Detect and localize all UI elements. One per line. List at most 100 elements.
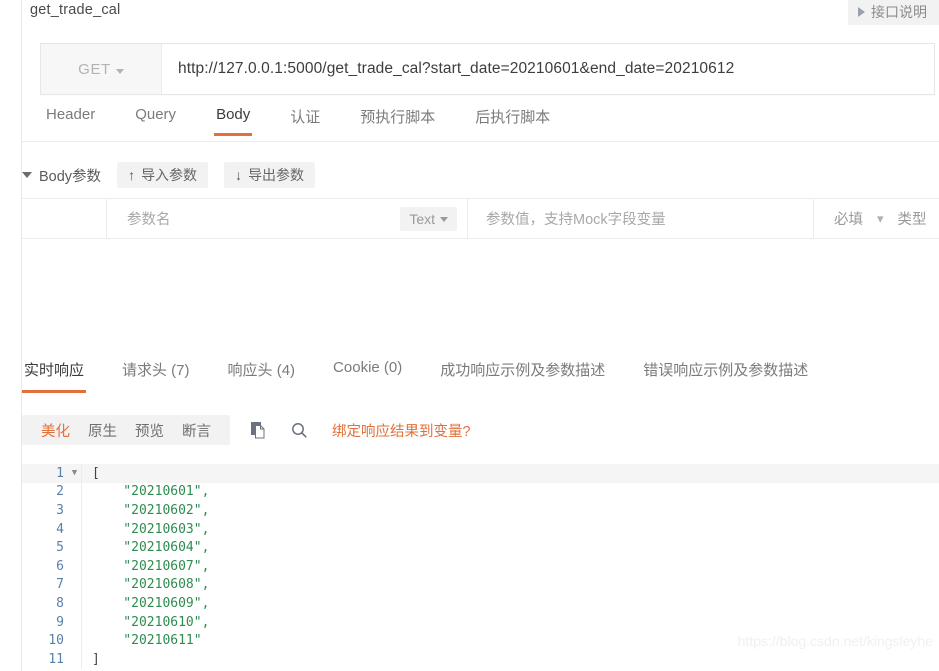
triangle-right-icon [858,7,865,17]
body-param-label: Body参数 [39,168,102,185]
main-content: get_trade_cal 接口说明 GET Header Query Body 认证… [21,0,939,671]
response-tab-1[interactable]: 请求头 (7) [122,356,190,393]
code-text: "20210609", [92,595,210,611]
watermark: https://blog.csdn.net/kingsleyhe [737,633,933,649]
response-toolbar: 美化 原生 预览 断言 绑定响应结果到变量? [22,412,471,448]
code-text: [ [92,465,100,481]
response-view-mode-3[interactable]: 断言 [173,420,220,441]
line-number: 9 [56,614,64,630]
response-view-mode-group: 美化 原生 预览 断言 [22,415,230,445]
code-text: "20210611" [92,633,202,649]
code-text: "20210607", [92,558,210,574]
import-params-button[interactable]: ↑ 导入参数 [117,162,209,188]
api-doc-button[interactable]: 接口说明 [848,0,939,25]
url-input[interactable] [162,44,934,94]
request-tab-1[interactable]: Query [135,104,176,136]
param-value-placeholder: 参数值，支持Mock字段变量 [486,212,666,228]
response-tab-label: 请求头 (7) [122,362,190,379]
export-params-button[interactable]: ↓ 导出参数 [224,162,316,188]
response-tab-0[interactable]: 实时响应 [21,356,87,393]
left-rail [0,0,22,671]
param-value-cell[interactable]: 参数值，支持Mock字段变量 [468,199,814,238]
code-line: 9 "20210610", [22,612,939,632]
request-tab-label: Body [216,106,251,123]
line-number: 1 [56,465,64,481]
code-text: "20210608", [92,577,210,593]
code-line: 8 "20210609", [22,594,939,613]
line-number: 2 [56,484,64,500]
chevron-down-icon [115,68,124,74]
gutter-divider [81,538,82,557]
code-line: 3 "20210602", [22,501,939,520]
line-number: 4 [56,521,64,537]
gutter-divider [81,649,82,669]
code-line: 11] [22,649,939,669]
request-tab-3[interactable]: 认证 [290,104,320,140]
response-tab-label: 错误响应示例及参数描述 [643,362,809,379]
body-param-table: 参数名 Text 参数值，支持Mock字段变量 必填 ▾ 类型 [22,198,939,350]
gutter-divider [81,631,82,650]
request-tab-0[interactable]: Header [46,104,95,136]
param-table-header: 参数名 Text 参数值，支持Mock字段变量 必填 ▾ 类型 [22,199,939,239]
bind-response-variable-link[interactable]: 绑定响应结果到变量? [332,420,471,441]
arrow-down-icon: ↓ [235,167,243,183]
copy-icon[interactable] [248,419,270,441]
response-tab-label: 实时响应 [24,362,85,379]
search-icon[interactable] [288,419,310,441]
request-tab-label: 认证 [290,109,321,126]
code-text: "20210602", [92,502,210,518]
triangle-down-icon [22,172,32,178]
response-tab-3[interactable]: Cookie (0) [333,356,402,389]
chevron-down-icon[interactable]: ▾ [877,211,884,227]
line-number: 3 [56,502,64,518]
fold-toggle-icon[interactable]: ▼ [68,468,81,478]
code-line: 4 "20210603", [22,519,939,539]
param-content-type-selector[interactable]: Text [400,206,457,231]
gutter-divider [81,556,82,576]
code-line: 1 ▼ [ [22,464,939,483]
response-tab-bar: 实时响应 请求头 (7) 响应头 (4) Cookie (0) 成功响应示例及参数描述 错… [21,356,939,396]
param-name-cell[interactable]: 参数名 Text [107,199,468,238]
gutter-divider [81,575,82,595]
line-number: 6 [56,558,64,574]
page-title: get_trade_cal [30,2,121,18]
request-tab-4[interactable]: 预执行脚本 [360,104,435,140]
param-type-label: 类型 [897,212,927,228]
gutter-divider [81,594,82,613]
code-text: "20210601", [92,484,210,500]
request-tab-5[interactable]: 后执行脚本 [475,104,550,140]
code-line: 2 "20210601", [22,482,939,502]
request-url-bar: GET [40,43,935,95]
response-tab-4[interactable]: 成功响应示例及参数描述 [440,356,605,393]
gutter-divider [81,501,82,520]
response-tab-5[interactable]: 错误响应示例及参数描述 [643,356,808,393]
response-view-mode-1[interactable]: 原生 [79,420,126,441]
response-tab-2[interactable]: 响应头 (4) [228,356,296,393]
arrow-up-icon: ↑ [128,167,136,183]
request-tab-label: Query [135,106,177,123]
param-required-label: 必填 [834,212,863,228]
line-number: 7 [56,577,64,593]
code-line: 6 "20210607", [22,556,939,576]
import-params-label: 导入参数 [141,167,198,183]
title-row: get_trade_cal 接口说明 [22,0,939,30]
param-content-type-label: Text [409,210,435,227]
http-method-label: GET [78,60,111,78]
code-text: "20210610", [92,614,210,630]
line-number: 11 [48,651,64,667]
request-tab-label: 预执行脚本 [360,109,436,126]
http-method-selector[interactable]: GET [41,44,162,94]
param-required-cell[interactable]: 必填 ▾ 类型 [814,199,939,238]
api-doc-label: 接口说明 [871,4,927,20]
gutter-divider [81,482,82,502]
line-number: 8 [56,595,64,611]
request-tab-2[interactable]: Body [214,104,253,136]
body-param-collapse-toggle[interactable]: Body参数 [22,165,101,186]
request-tab-label: 后执行脚本 [475,109,551,126]
param-checkbox-cell[interactable] [22,199,107,238]
response-view-mode-0[interactable]: 美化 [32,420,79,441]
request-tab-label: Header [46,106,96,123]
gutter-divider [81,464,82,483]
code-text: ] [92,651,100,667]
response-view-mode-2[interactable]: 预览 [126,420,173,441]
